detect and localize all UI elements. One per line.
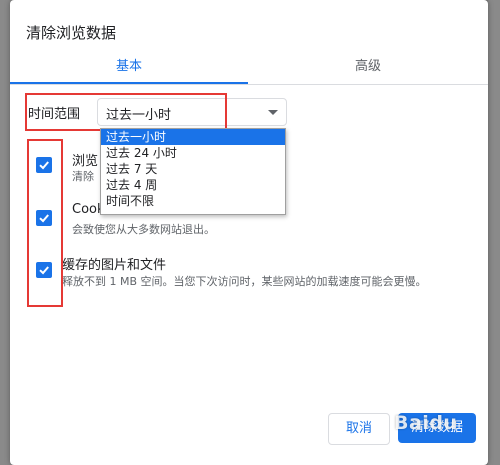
dropdown-option[interactable]: 过去一小时	[101, 129, 285, 145]
item-desc-browsing-history: 清除	[72, 170, 94, 183]
tab-basic[interactable]: 基本	[10, 52, 248, 82]
dropdown-option[interactable]: 过去 24 小时	[101, 145, 285, 161]
item-desc-cookies: 会致使您从大多数网站退出。	[72, 223, 215, 236]
annotation-box-time-range	[25, 93, 227, 131]
cancel-button[interactable]: 取消	[328, 413, 390, 445]
time-range-dropdown-list: 过去一小时 过去 24 小时 过去 7 天 过去 4 周 时间不限	[100, 128, 286, 215]
dialog-title: 清除浏览数据	[26, 24, 117, 42]
baidu-watermark: Baidu	[394, 412, 458, 434]
active-tab-indicator	[10, 82, 248, 84]
item-title-browsing-history: 浏览	[72, 154, 99, 169]
tab-bar: 基本 高级	[10, 52, 488, 85]
item-desc-cached-images: 释放不到 1 MB 空间。当您下次访问时，某些网站的加载速度可能会更慢。	[62, 275, 427, 288]
dropdown-arrow-icon	[268, 110, 278, 115]
clear-browsing-data-dialog: 清除浏览数据 基本 高级 时间范围 过去一小时 浏览 清除 Cook 会致使您从…	[10, 0, 488, 465]
dropdown-option[interactable]: 过去 4 周	[101, 177, 285, 193]
dropdown-option[interactable]: 时间不限	[101, 193, 285, 209]
annotation-box-checkboxes	[27, 139, 63, 307]
item-title-cached-images: 缓存的图片和文件	[62, 258, 167, 273]
backdrop-right	[488, 0, 500, 465]
dropdown-option[interactable]: 过去 7 天	[101, 161, 285, 177]
tab-advanced[interactable]: 高级	[248, 52, 488, 82]
